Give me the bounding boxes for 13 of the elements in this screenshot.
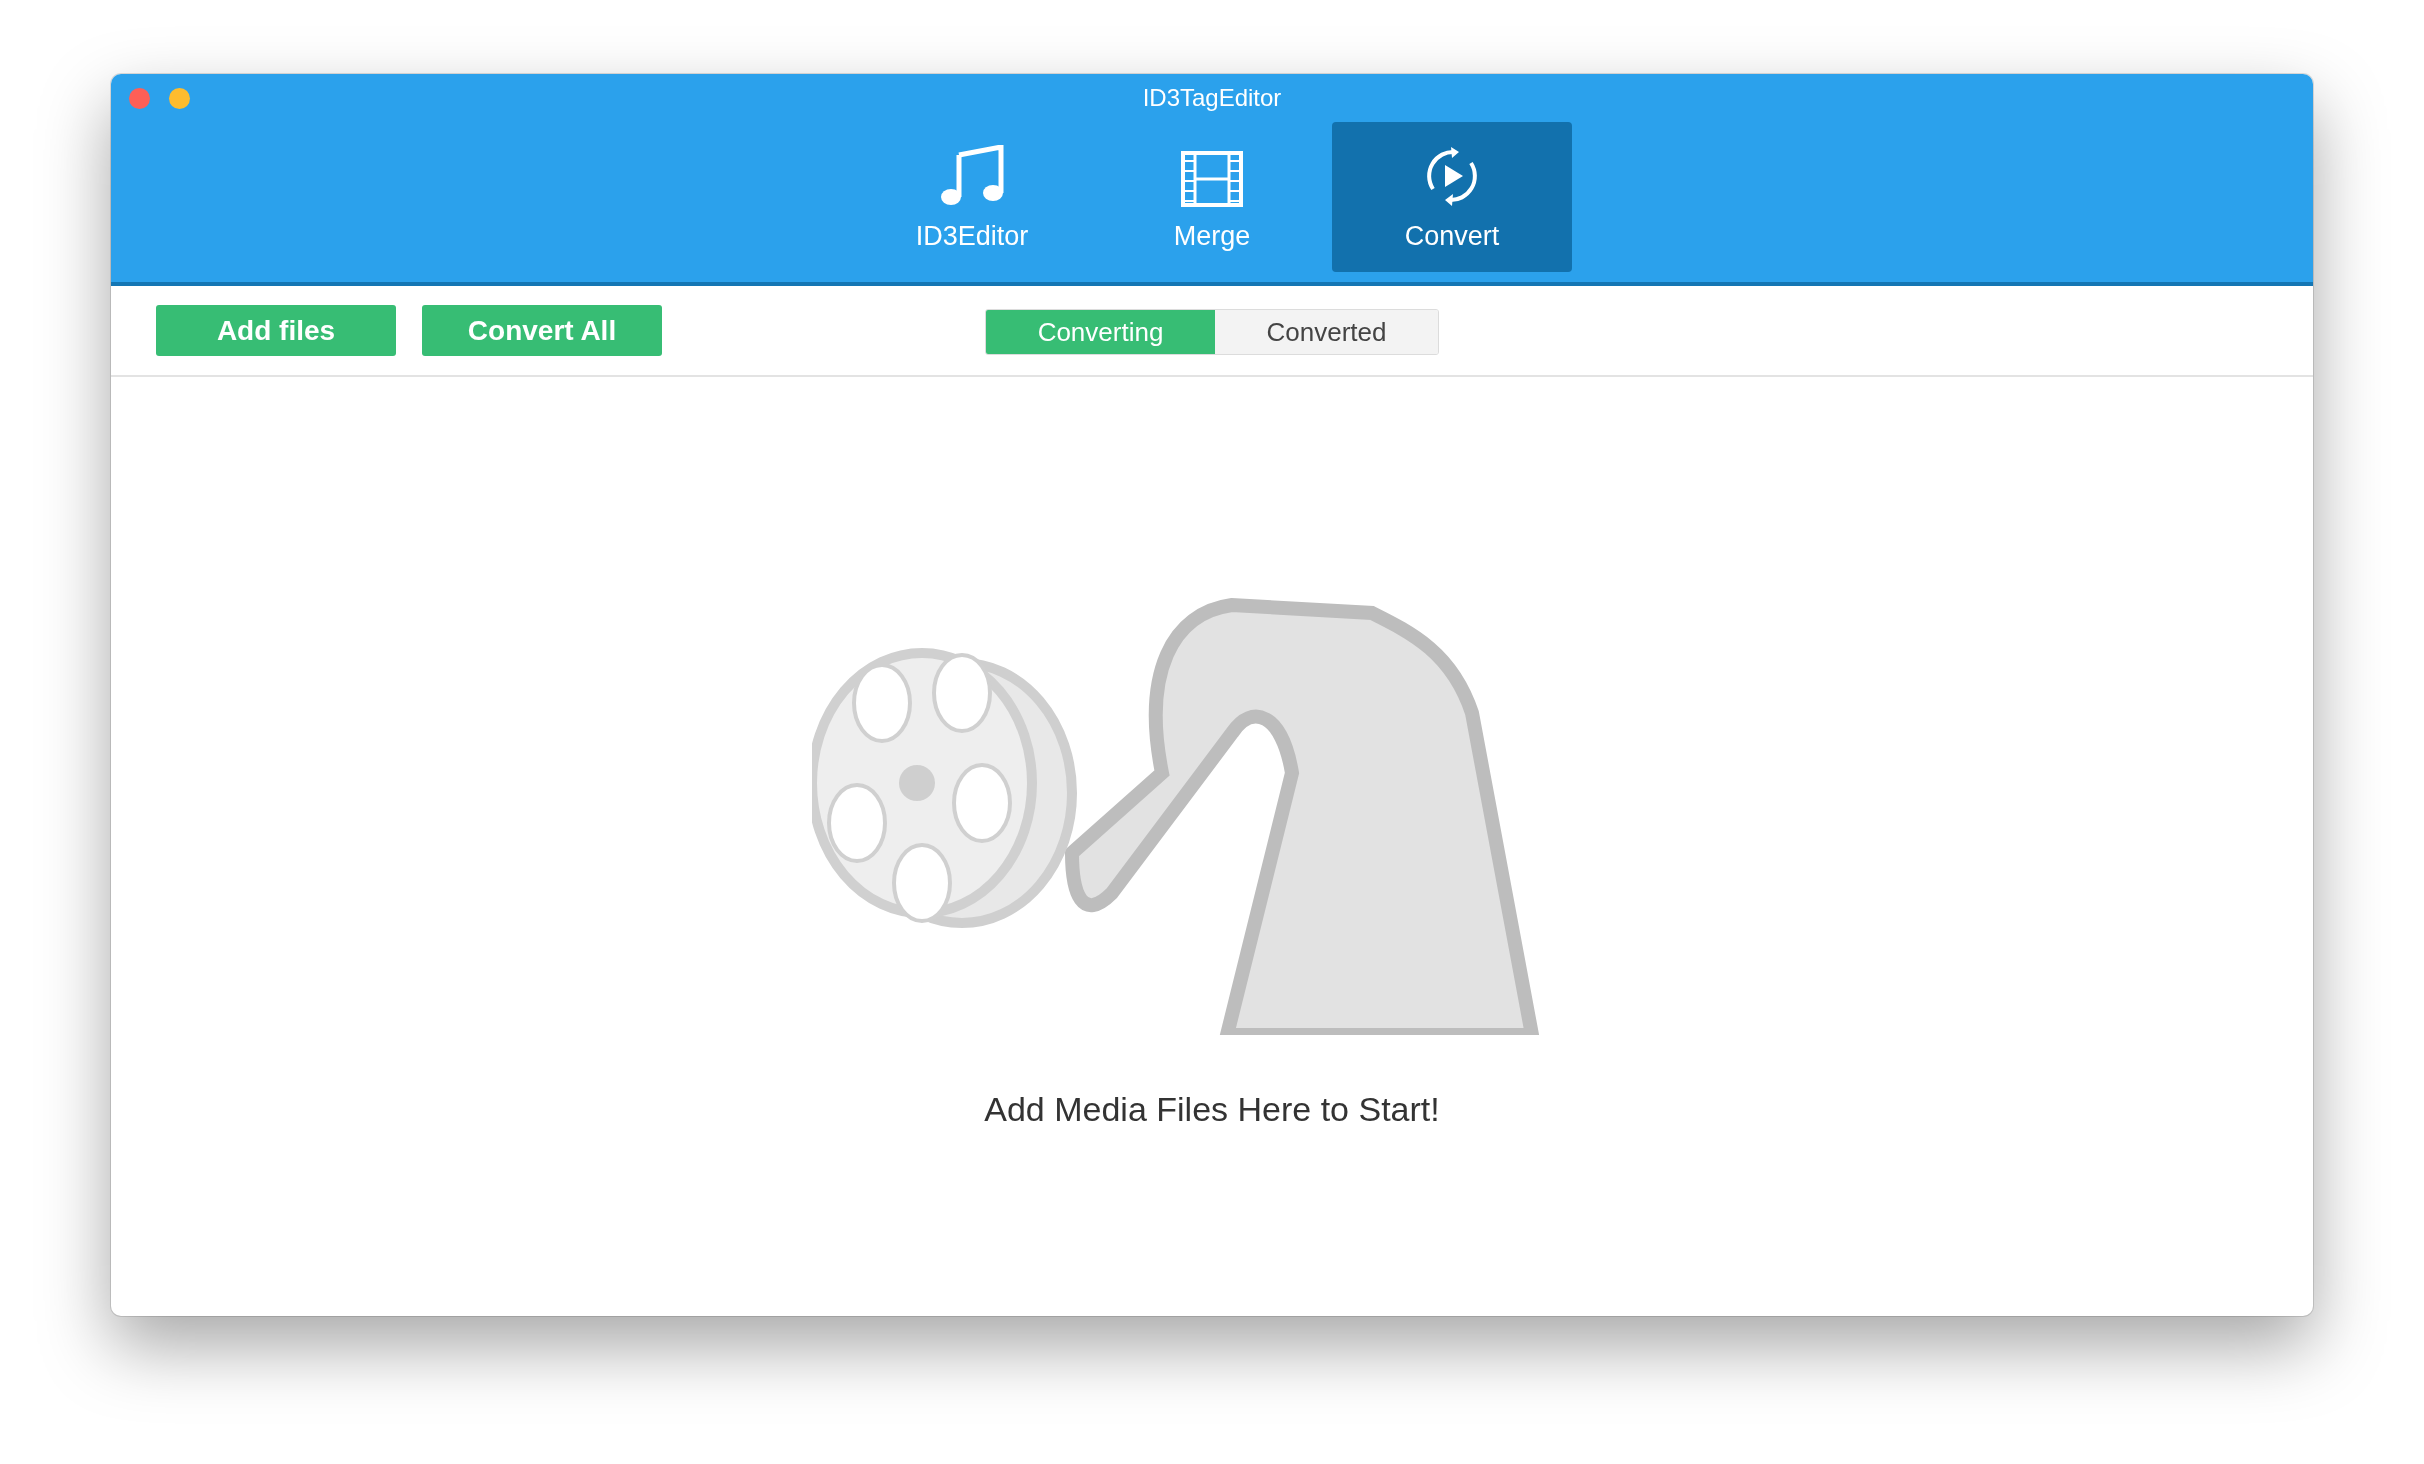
nav-tab[interactable]: Merge (1092, 122, 1332, 272)
segment-tab[interactable]: Converted (1215, 310, 1438, 354)
nav-tab[interactable]: ID3Editor (852, 122, 1092, 272)
close-button[interactable] (129, 88, 150, 109)
toolbar-button[interactable]: Convert All (422, 305, 662, 356)
nav-tab[interactable]: Convert (1332, 122, 1572, 272)
window-title: ID3TagEditor (1142, 84, 1282, 112)
empty-state-message: Add Media Files Here to Start! (984, 1090, 1440, 1129)
film-strip-icon (1181, 151, 1243, 207)
segment-tab[interactable]: Converting (986, 310, 1215, 354)
toolbar-button[interactable]: Add files (156, 305, 396, 356)
music-note-icon (939, 145, 1005, 207)
minimize-button[interactable] (169, 88, 190, 109)
